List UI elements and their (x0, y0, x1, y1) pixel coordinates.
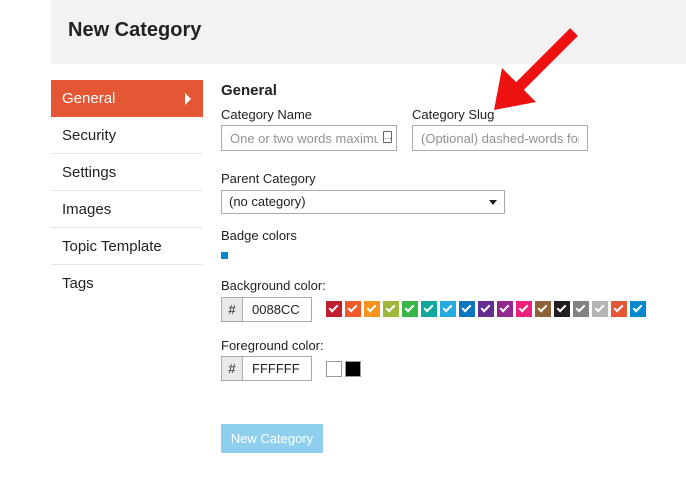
color-swatch[interactable] (421, 301, 437, 317)
sidebar-item-tags[interactable]: Tags (51, 265, 203, 302)
parent-category-label: Parent Category (221, 171, 316, 186)
page-title: New Category (68, 19, 202, 41)
color-swatch[interactable] (478, 301, 494, 317)
color-swatch[interactable] (345, 361, 361, 377)
background-color-swatches (326, 301, 646, 317)
color-swatch[interactable] (516, 301, 532, 317)
checkmark-icon (480, 302, 491, 313)
sidebar-item-label: Security (62, 127, 117, 144)
parent-category-select[interactable]: (no category) (221, 190, 505, 214)
badge-colors-label: Badge colors (221, 228, 297, 243)
foreground-color-swatches (326, 361, 361, 377)
checkmark-icon (518, 302, 529, 313)
color-swatch[interactable] (402, 301, 418, 317)
arrow-shaft (512, 28, 578, 94)
sidebar-item-label: Topic Template (62, 238, 162, 255)
sidebar-item-label: Tags (62, 275, 94, 292)
checkmark-icon (594, 302, 605, 313)
hash-prefix: # (221, 297, 243, 322)
checkmark-icon (366, 302, 377, 313)
color-swatch[interactable] (497, 301, 513, 317)
checkmark-icon (461, 302, 472, 313)
color-swatch[interactable] (535, 301, 551, 317)
sidebar-item-label: Settings (62, 164, 117, 181)
chevron-down-icon (489, 200, 497, 205)
checkmark-icon (575, 302, 586, 313)
checkmark-icon (442, 302, 453, 313)
badge-preview (221, 252, 228, 259)
sidebar-item-settings[interactable]: Settings (51, 154, 203, 191)
color-swatch[interactable] (459, 301, 475, 317)
checkmark-icon (328, 302, 339, 313)
checkmark-icon (632, 302, 643, 313)
color-swatch[interactable] (345, 301, 361, 317)
foreground-color-label: Foreground color: (221, 338, 324, 353)
background-color-label: Background color: (221, 278, 326, 293)
sidebar-item-images[interactable]: Images (51, 191, 203, 228)
page-header: New Category (51, 0, 686, 64)
checkmark-icon (385, 302, 396, 313)
sidebar-item-label: Images (62, 201, 112, 218)
sidebar-item-security[interactable]: Security (51, 117, 203, 154)
category-slug-input[interactable] (412, 125, 588, 151)
foreground-color-input[interactable]: FFFFFF (242, 356, 312, 381)
sidebar-item-topic-template[interactable]: Topic Template (51, 228, 203, 265)
color-swatch[interactable] (326, 301, 342, 317)
checkmark-icon (499, 302, 510, 313)
section-title: General (221, 82, 277, 99)
checkmark-icon (613, 302, 624, 313)
checkmark-icon (404, 302, 415, 313)
parent-category-value: (no category) (229, 194, 306, 209)
color-swatch[interactable] (383, 301, 399, 317)
category-name-input[interactable] (221, 125, 397, 151)
color-swatch[interactable] (554, 301, 570, 317)
background-color-input[interactable]: 0088CC (242, 297, 312, 322)
chevron-right-icon (185, 93, 191, 105)
checkmark-icon (537, 302, 548, 313)
category-name-label: Category Name (221, 107, 313, 122)
red-arrow-annotation (494, 28, 578, 110)
sidebar-item-general[interactable]: General (51, 80, 203, 117)
color-swatch[interactable] (440, 301, 456, 317)
new-category-button[interactable]: New Category (221, 424, 323, 453)
color-swatch[interactable] (592, 301, 608, 317)
color-swatch[interactable] (611, 301, 627, 317)
color-swatch[interactable] (630, 301, 646, 317)
checkmark-icon (423, 302, 434, 313)
checkmark-icon (556, 302, 567, 313)
sidebar: General Security Settings Images Topic T… (51, 80, 203, 302)
hash-prefix: # (221, 356, 243, 381)
password-manager-icon[interactable]: … (383, 131, 392, 143)
sidebar-item-label: General (62, 90, 116, 107)
checkmark-icon (347, 302, 358, 313)
color-swatch[interactable] (364, 301, 380, 317)
color-swatch[interactable] (573, 301, 589, 317)
color-swatch[interactable] (326, 361, 342, 377)
